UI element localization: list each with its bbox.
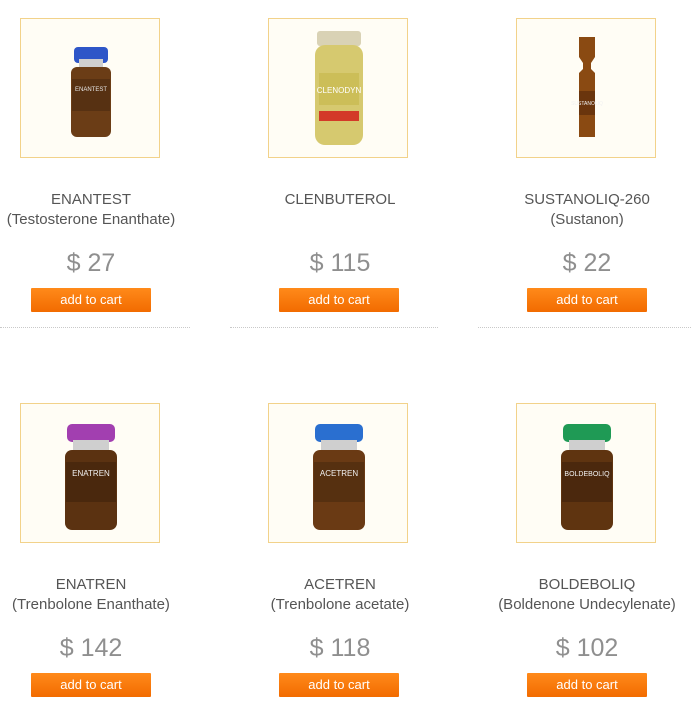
product-title: ENATREN [55, 576, 127, 593]
add-to-cart-button[interactable]: add to cart [31, 673, 151, 697]
vial-icon: BOLDEBOLIQ [561, 424, 613, 530]
product-name: BOLDEBOLIQ (Boldenone Undecylenate) [472, 575, 691, 615]
product-card: BOLDEBOLIQ BOLDEBOLIQ (Boldenone Undecyl… [0, 0, 676, 697]
product-name: SUSTANOLIQ-260 (Sustanon) [472, 190, 691, 230]
product-image[interactable]: SUSTANOLIQ [516, 18, 656, 158]
ampoule-icon: SUSTANOLIQ [571, 37, 603, 137]
svg-text:SUSTANOLIQ: SUSTANOLIQ [571, 101, 603, 107]
product-name: ACETREN (Trenbolone acetate) [225, 575, 455, 615]
product-title: BOLDEBOLIQ [538, 576, 636, 593]
product-name: CLENBUTEROL [225, 190, 455, 210]
product-title: SUSTANOLIQ-260 [524, 191, 650, 208]
product-price: $ 118 [309, 634, 371, 662]
row-divider [478, 327, 691, 328]
add-to-cart-button[interactable]: add to cart [527, 288, 647, 312]
product-image[interactable]: ENATREN [20, 403, 160, 543]
add-to-cart-button[interactable]: add to cart [527, 673, 647, 697]
add-to-cart-button[interactable]: add to cart [279, 673, 399, 697]
product-price: $ 115 [309, 249, 371, 277]
product-image[interactable]: BOLDEBOLIQ [516, 403, 656, 543]
product-subtitle: (Boldenone Undecylenate) [498, 596, 676, 613]
product-title: ACETREN [304, 576, 376, 593]
vial-icon: ACETREN [313, 424, 365, 530]
add-to-cart-button[interactable]: add to cart [279, 288, 399, 312]
vial-icon: ENATREN [65, 424, 117, 530]
svg-text:ENATREN: ENATREN [72, 469, 110, 478]
product-name: ENATREN (Trenbolone Enanthate) [0, 575, 206, 615]
tablet-bottle-icon: CLENODYN [315, 31, 363, 145]
svg-text:BOLDEBOLIQ: BOLDEBOLIQ [564, 471, 610, 478]
product-subtitle: (Sustanon) [550, 211, 624, 228]
product-image[interactable]: CLENODYN [268, 18, 408, 158]
product-subtitle: (Trenbolone Enanthate) [12, 596, 170, 613]
product-image[interactable]: ACETREN [268, 403, 408, 543]
svg-text:ACETREN: ACETREN [320, 469, 358, 478]
product-title: CLENBUTEROL [284, 191, 396, 208]
product-price: $ 142 [59, 634, 123, 662]
svg-text:CLENODYN: CLENODYN [317, 86, 362, 95]
product-price: $ 22 [562, 249, 612, 277]
row-divider [230, 327, 438, 328]
product-subtitle: (Trenbolone acetate) [270, 596, 410, 613]
product-price: $ 102 [555, 634, 619, 662]
